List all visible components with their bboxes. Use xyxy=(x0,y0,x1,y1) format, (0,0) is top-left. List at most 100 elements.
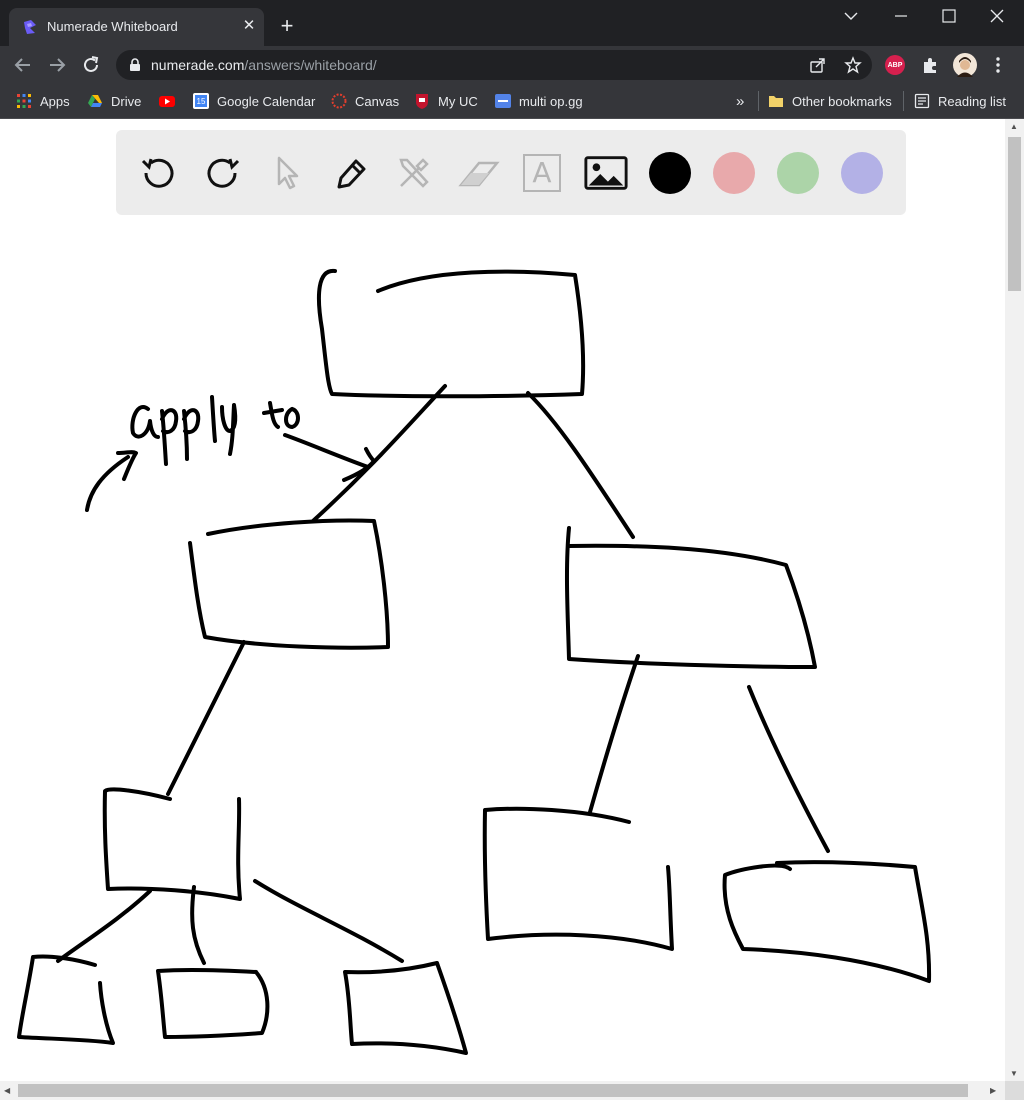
select-tool[interactable] xyxy=(263,150,309,196)
opgg-icon xyxy=(495,94,511,108)
color-black[interactable] xyxy=(649,152,691,194)
bookmark-canvas[interactable]: Canvas xyxy=(331,91,399,111)
bookmark-apps[interactable]: Apps xyxy=(16,91,70,111)
drawing-canvas[interactable] xyxy=(0,119,1005,1079)
extensions-puzzle-icon[interactable] xyxy=(920,55,940,75)
tree-node-left xyxy=(188,518,390,650)
tab-search-icon[interactable] xyxy=(836,4,866,28)
text-tool[interactable]: A xyxy=(519,150,565,196)
adblock-extension-icon[interactable]: ABP xyxy=(885,55,905,75)
tree-edge xyxy=(190,885,206,965)
tools-icon xyxy=(399,158,429,188)
shapes-tool[interactable] xyxy=(391,150,437,196)
handwriting-apply xyxy=(130,395,238,466)
bookmarks-divider xyxy=(903,91,904,111)
vertical-scroll-thumb[interactable] xyxy=(1008,137,1021,291)
drive-icon xyxy=(88,95,102,107)
bookmark-star-icon[interactable] xyxy=(844,56,862,74)
redo-button[interactable] xyxy=(199,150,245,196)
bookmark-label: Other bookmarks xyxy=(792,93,892,109)
scroll-up-icon[interactable]: ▲ xyxy=(1010,122,1018,131)
tree-edge xyxy=(56,889,152,963)
tree-edge xyxy=(526,391,635,539)
scroll-left-icon[interactable]: ◀ xyxy=(4,1086,10,1095)
url-host: numerade.com xyxy=(151,57,245,73)
reload-icon[interactable] xyxy=(80,54,102,76)
undo-button[interactable] xyxy=(136,150,182,196)
pen-tool[interactable] xyxy=(327,150,373,196)
bookmark-label: Drive xyxy=(111,93,142,109)
scrollbar-corner xyxy=(1005,1081,1024,1100)
share-icon[interactable] xyxy=(809,56,827,74)
reading-list-button[interactable]: Reading list xyxy=(914,91,1006,111)
bookmark-youtube[interactable] xyxy=(159,91,183,111)
maximize-icon[interactable] xyxy=(934,4,964,28)
eraser-tool[interactable] xyxy=(455,150,501,196)
handwriting-to xyxy=(262,401,300,429)
bookmark-label: Apps xyxy=(40,93,70,109)
uc-icon xyxy=(416,94,428,109)
arrow-to-node xyxy=(283,433,370,469)
bookmark-drive[interactable]: Drive xyxy=(87,91,141,111)
address-bar[interactable]: numerade.com/answers/whiteboard/ xyxy=(116,50,872,80)
other-bookmarks-folder[interactable]: Other bookmarks xyxy=(768,91,892,111)
bookmark-multi-opgg[interactable]: multi op.gg xyxy=(495,91,583,111)
browser-chrome: Numerade Whiteboard ✕ + numerade.com/ans… xyxy=(0,0,1024,119)
url-text: numerade.com/answers/whiteboard/ xyxy=(151,57,377,73)
whiteboard-toolbar: A xyxy=(116,130,906,215)
color-green[interactable] xyxy=(777,152,819,194)
scroll-right-icon[interactable]: ▶ xyxy=(990,1086,996,1095)
cursor-icon xyxy=(277,156,299,190)
tree-leaf-3 xyxy=(343,961,468,1055)
tree-node-left-child xyxy=(102,787,242,901)
whiteboard-page: A ▲ ▼ ◀ ▶ xyxy=(0,119,1024,1100)
redo-icon xyxy=(207,158,240,188)
undo-icon xyxy=(141,158,174,188)
folder-icon xyxy=(769,96,783,107)
bookmark-label: My UC xyxy=(438,93,478,109)
browser-toolbar: numerade.com/answers/whiteboard/ ABP xyxy=(0,46,1024,84)
bookmark-label: multi op.gg xyxy=(519,93,583,109)
numerade-favicon-icon xyxy=(24,20,36,34)
tab-numerade-whiteboard[interactable]: Numerade Whiteboard ✕ xyxy=(9,8,264,46)
vertical-scrollbar[interactable]: ▲ ▼ xyxy=(1005,119,1024,1083)
chrome-menu-icon[interactable] xyxy=(988,55,1008,75)
text-icon: A xyxy=(523,154,561,192)
bookmarks-bar: Apps Drive 15 Google Calendar Canvas My … xyxy=(0,84,1024,119)
profile-avatar[interactable] xyxy=(953,53,977,77)
bookmarks-divider xyxy=(758,91,759,111)
image-tool[interactable] xyxy=(583,150,629,196)
horizontal-scroll-thumb[interactable] xyxy=(18,1084,968,1097)
tree-node-root xyxy=(316,268,586,399)
calendar-icon: 15 xyxy=(193,93,209,109)
horizontal-scrollbar[interactable]: ◀ ▶ xyxy=(0,1081,1005,1100)
lock-icon xyxy=(130,58,140,71)
close-window-icon[interactable] xyxy=(982,4,1012,28)
image-icon xyxy=(584,156,628,190)
bookmark-google-calendar[interactable]: 15 Google Calendar xyxy=(193,91,315,111)
tree-node-right-child-2 xyxy=(722,860,932,983)
color-pink[interactable] xyxy=(713,152,755,194)
tree-edge xyxy=(253,879,404,963)
bookmark-label: Canvas xyxy=(355,93,400,109)
more-bookmarks-button[interactable]: » xyxy=(736,91,744,111)
color-lavender[interactable] xyxy=(841,152,883,194)
tree-node-right xyxy=(564,526,817,669)
bookmark-label: Reading list xyxy=(938,93,1006,109)
tree-leaf-2 xyxy=(156,967,270,1039)
new-tab-button[interactable]: + xyxy=(276,15,298,37)
forward-icon[interactable] xyxy=(46,54,68,76)
back-icon[interactable] xyxy=(12,54,34,76)
apps-grid-icon xyxy=(17,94,31,108)
tree-edge xyxy=(166,640,246,796)
tree-node-right-child-1 xyxy=(482,806,674,951)
eraser-icon xyxy=(458,161,500,187)
scroll-down-icon[interactable]: ▼ xyxy=(1010,1069,1018,1078)
reading-list-icon xyxy=(914,93,930,109)
tree-leaf-1 xyxy=(17,954,115,1045)
minimize-icon[interactable] xyxy=(886,4,916,28)
url-path: /answers/whiteboard/ xyxy=(244,57,377,73)
tree-edge xyxy=(747,685,830,853)
bookmark-my-uc[interactable]: My UC xyxy=(414,91,478,111)
tab-close-icon[interactable]: ✕ xyxy=(241,18,257,34)
